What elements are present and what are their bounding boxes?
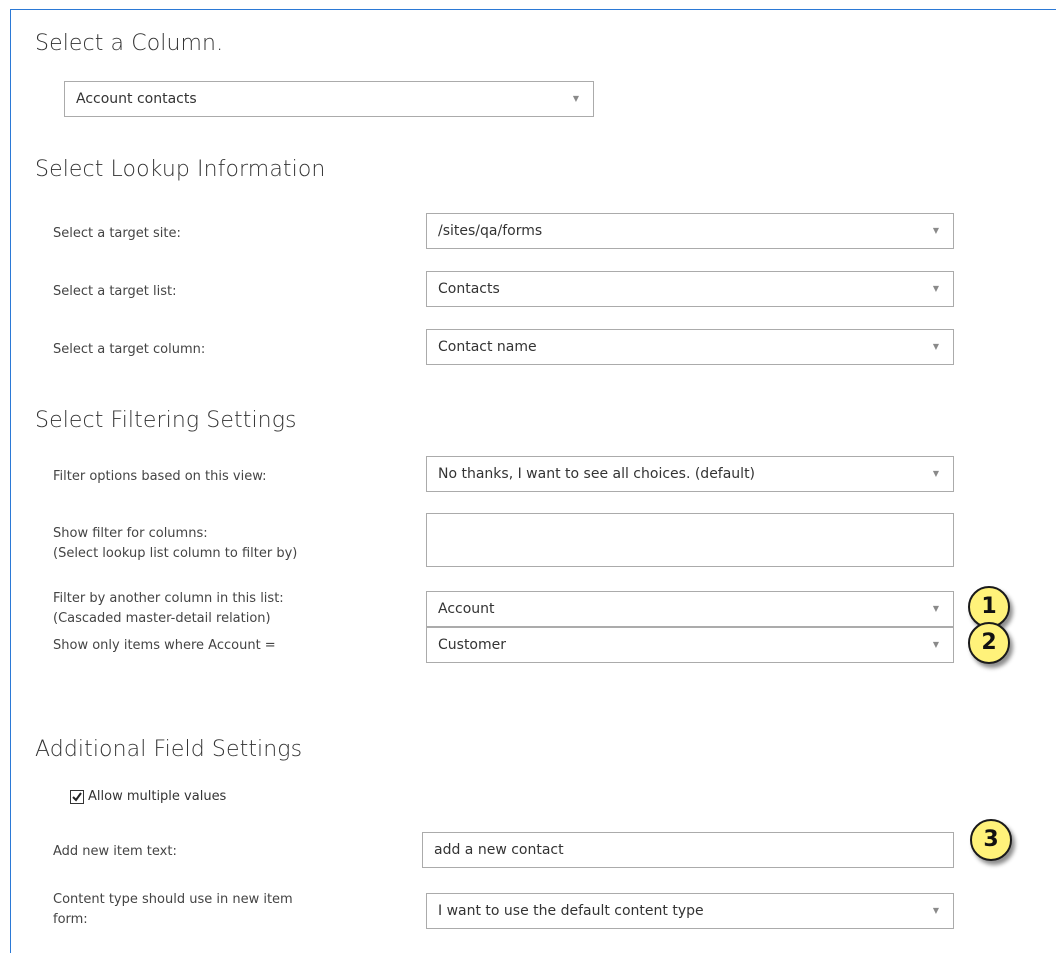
chevron-down-icon: ▼	[932, 604, 939, 613]
content-type-label-line1: Content type should use in new item	[53, 892, 293, 907]
section-title-filtering: Select Filtering Settings	[35, 408, 297, 433]
show-filter-label: Show filter for columns: (Select lookup …	[53, 524, 297, 564]
target-list-label: Select a target list:	[53, 284, 177, 299]
target-list-select[interactable]: Contacts ▼	[426, 271, 954, 307]
section-title-additional: Additional Field Settings	[35, 737, 303, 762]
target-column-label: Select a target column:	[53, 342, 206, 357]
chevron-down-icon: ▼	[572, 94, 579, 103]
show-filter-listbox[interactable]	[426, 513, 954, 567]
allow-multiple-label: Allow multiple values	[88, 789, 227, 804]
content-type-select[interactable]: I want to use the default content type ▼	[426, 893, 954, 929]
cascade-column-label: Filter by another column in this list: (…	[53, 589, 284, 629]
allow-multiple-checkbox[interactable]	[70, 789, 84, 804]
match-column-value: Customer	[438, 637, 507, 653]
section-title-column: Select a Column.	[35, 31, 224, 56]
show-filter-label-line2: (Select lookup list column to filter by)	[53, 546, 298, 561]
target-list-value: Contacts	[438, 281, 500, 297]
chevron-down-icon: ▼	[932, 284, 939, 293]
cascade-column-label-line2: (Cascaded master-detail relation)	[53, 611, 271, 626]
content-type-label: Content type should use in new item form…	[53, 890, 293, 930]
new-item-text-label: Add new item text:	[53, 844, 177, 859]
column-select-value: Account contacts	[76, 91, 197, 107]
target-site-label: Select a target site:	[53, 226, 181, 241]
cascade-column-label-line1: Filter by another column in this list:	[53, 591, 284, 606]
chevron-down-icon: ▼	[932, 226, 939, 235]
view-filter-value: No thanks, I want to see all choices. (d…	[438, 466, 756, 482]
column-select[interactable]: Account contacts ▼	[64, 81, 594, 117]
content-type-value: I want to use the default content type	[438, 903, 704, 919]
chevron-down-icon: ▼	[932, 342, 939, 351]
callout-badge-3: 3	[970, 819, 1012, 861]
target-column-value: Contact name	[438, 339, 537, 355]
section-title-lookup: Select Lookup Information	[35, 157, 326, 182]
target-site-select[interactable]: /sites/qa/forms ▼	[426, 213, 954, 249]
cascade-column-value: Account	[438, 601, 495, 617]
cascade-column-select[interactable]: Account ▼	[426, 591, 954, 627]
allow-multiple-row[interactable]: Allow multiple values	[70, 789, 226, 804]
target-column-select[interactable]: Contact name ▼	[426, 329, 954, 365]
new-item-text-input[interactable]: add a new contact	[422, 832, 954, 868]
chevron-down-icon: ▼	[932, 906, 939, 915]
content-type-label-line2: form:	[53, 912, 88, 927]
check-icon	[72, 791, 82, 802]
chevron-down-icon: ▼	[932, 469, 939, 478]
view-filter-select[interactable]: No thanks, I want to see all choices. (d…	[426, 456, 954, 492]
show-filter-label-line1: Show filter for columns:	[53, 526, 208, 541]
match-column-label: Show only items where Account =	[53, 638, 276, 653]
callout-badge-2: 2	[968, 622, 1010, 664]
target-site-value: /sites/qa/forms	[438, 223, 543, 239]
chevron-down-icon: ▼	[932, 640, 939, 649]
match-column-select[interactable]: Customer ▼	[426, 627, 954, 663]
view-filter-label: Filter options based on this view:	[53, 469, 267, 484]
